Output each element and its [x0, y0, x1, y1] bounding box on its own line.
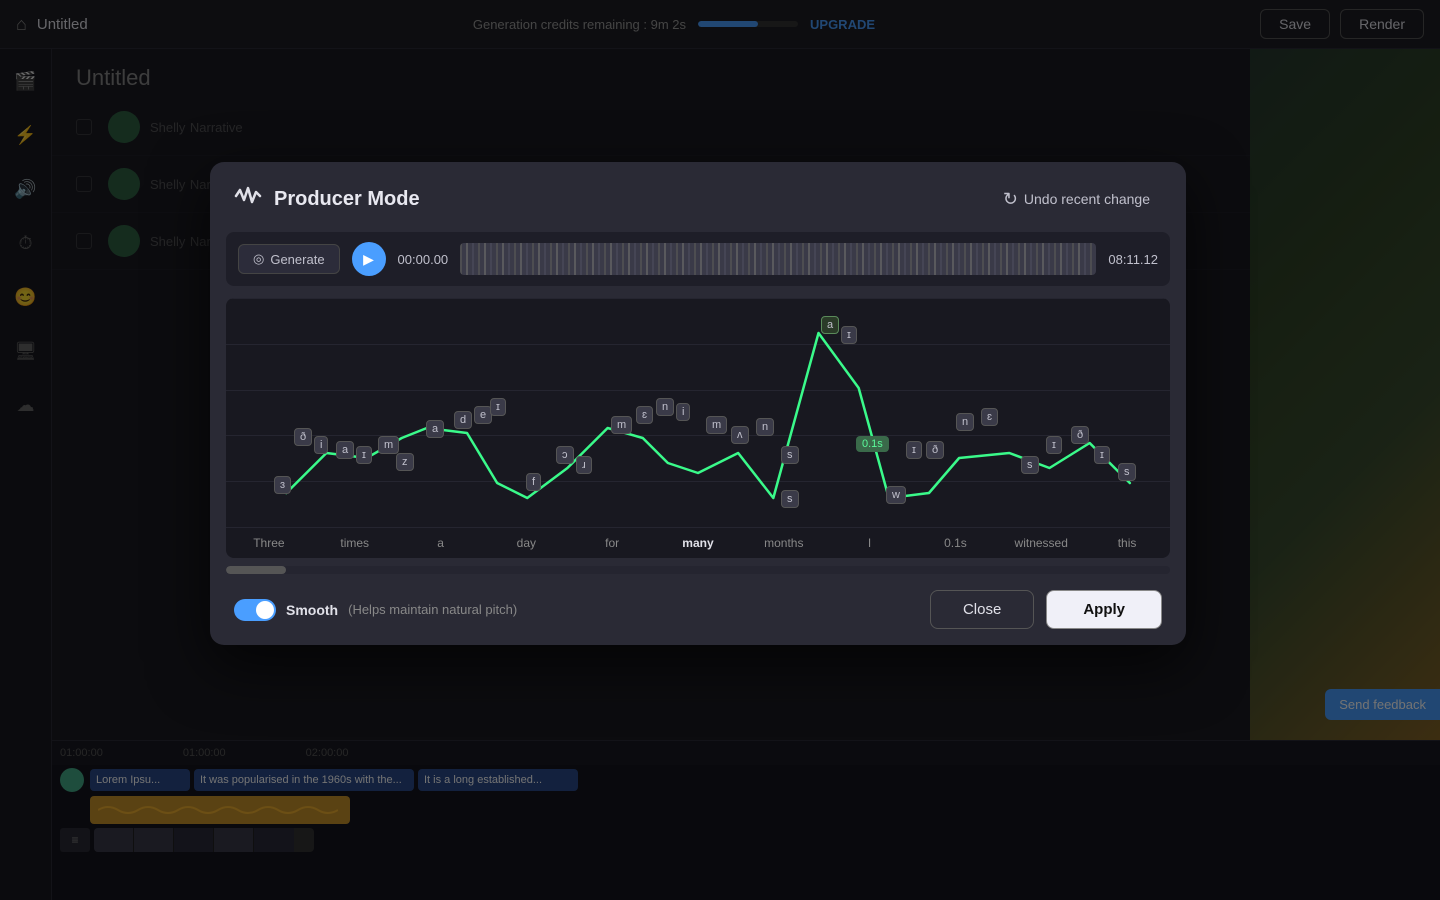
phoneme-tag[interactable]: ɪ [1046, 436, 1062, 454]
pitch-curve [226, 298, 1170, 528]
phoneme-tag[interactable]: i [314, 436, 328, 454]
waveform-playback[interactable] [460, 243, 1096, 275]
word-pause: 0.1s [913, 536, 999, 550]
word-three: Three [226, 536, 312, 550]
phoneme-tag[interactable]: ɪ [490, 398, 506, 416]
word-this: this [1084, 536, 1170, 550]
word-a: a [398, 536, 484, 550]
phoneme-tag[interactable]: n [956, 413, 974, 431]
chart-scrollbar-thumb [226, 566, 286, 574]
phoneme-tag[interactable]: ɪ [356, 446, 372, 464]
phoneme-tag[interactable]: z [396, 453, 414, 471]
phoneme-tag[interactable]: n [656, 398, 674, 416]
phoneme-tag[interactable]: ɔ [556, 446, 574, 464]
phoneme-tag[interactable]: ð [1071, 426, 1089, 444]
modal-title: Producer Mode [274, 188, 420, 211]
smooth-label: Smooth [286, 602, 338, 618]
generate-label: Generate [270, 252, 324, 267]
phoneme-tag[interactable]: m [706, 416, 727, 434]
phoneme-tag[interactable]: ʌ [731, 426, 749, 444]
end-time: 08:11.12 [1108, 252, 1158, 267]
pitch-chart-area: ɜ ð i a ɪ m z a d e ɪ f ɔ ɹ m ɛ n i m ʌ … [226, 298, 1170, 558]
phoneme-tag[interactable]: ɪ [1094, 446, 1110, 464]
phoneme-tag[interactable]: ɹ [576, 456, 592, 474]
phoneme-tag[interactable]: ɛ [636, 406, 653, 424]
word-times: times [312, 536, 398, 550]
word-day: day [483, 536, 569, 550]
phoneme-tag[interactable]: ɜ [274, 476, 291, 494]
generate-button[interactable]: ◎ Generate [238, 244, 340, 274]
phoneme-tag[interactable]: n [756, 418, 774, 436]
producer-mode-modal: Producer Mode ↻ Undo recent change ◎ Gen… [210, 162, 1186, 645]
chart-scrollbar[interactable] [226, 566, 1170, 574]
word-for: for [569, 536, 655, 550]
word-months: months [741, 536, 827, 550]
phoneme-tag[interactable]: m [378, 436, 399, 454]
modal-title-group: Producer Mode [234, 182, 420, 216]
phoneme-tag[interactable]: ð [294, 428, 312, 446]
phoneme-tag[interactable]: ɪ [906, 441, 922, 459]
undo-button[interactable]: ↻ Undo recent change [991, 183, 1162, 216]
player-bar: ◎ Generate ▶ 00:00.00 08:11.12 [226, 232, 1170, 286]
waveform-icon [234, 182, 262, 216]
word-labels-row: Three times a day for many months I 0.1s… [226, 528, 1170, 558]
phoneme-tag[interactable]: f [526, 473, 541, 491]
phoneme-tag[interactable]: ɪ [841, 326, 857, 344]
phoneme-tag[interactable]: w [886, 486, 906, 504]
phoneme-tag[interactable]: a [336, 441, 354, 459]
play-button[interactable]: ▶ [352, 242, 386, 276]
phoneme-tag[interactable]: a [426, 420, 444, 438]
phoneme-tag[interactable]: s [781, 490, 799, 508]
close-button[interactable]: Close [930, 590, 1034, 629]
phoneme-tag[interactable]: ð [926, 441, 944, 459]
current-time: 00:00.00 [398, 252, 449, 267]
phoneme-tag[interactable]: s [1021, 456, 1039, 474]
phoneme-tag[interactable]: s [781, 446, 799, 464]
waveform-visual [460, 243, 1096, 275]
undo-icon: ↻ [1003, 189, 1018, 210]
apply-button[interactable]: Apply [1046, 590, 1162, 629]
undo-label: Undo recent change [1024, 191, 1150, 207]
phoneme-tag[interactable]: s [1118, 463, 1136, 481]
footer-actions: Close Apply [930, 590, 1162, 629]
phoneme-tag[interactable]: ɛ [981, 408, 998, 426]
modal-header: Producer Mode ↻ Undo recent change [210, 162, 1186, 232]
phoneme-tag[interactable]: m [611, 416, 632, 434]
word-i: I [827, 536, 913, 550]
word-many: many [655, 536, 741, 550]
smooth-toggle[interactable] [234, 599, 276, 621]
generate-icon: ◎ [253, 251, 264, 267]
modal-footer: Smooth (Helps maintain natural pitch) Cl… [210, 574, 1186, 645]
phoneme-tag[interactable]: d [454, 411, 472, 429]
pause-badge: 0.1s [856, 436, 889, 452]
smooth-toggle-group: Smooth (Helps maintain natural pitch) [234, 599, 517, 621]
phoneme-peak[interactable]: a [821, 316, 839, 334]
smooth-hint: (Helps maintain natural pitch) [348, 602, 517, 617]
toggle-knob [256, 601, 274, 619]
word-witnessed: witnessed [998, 536, 1084, 550]
phoneme-tag[interactable]: i [676, 403, 690, 421]
